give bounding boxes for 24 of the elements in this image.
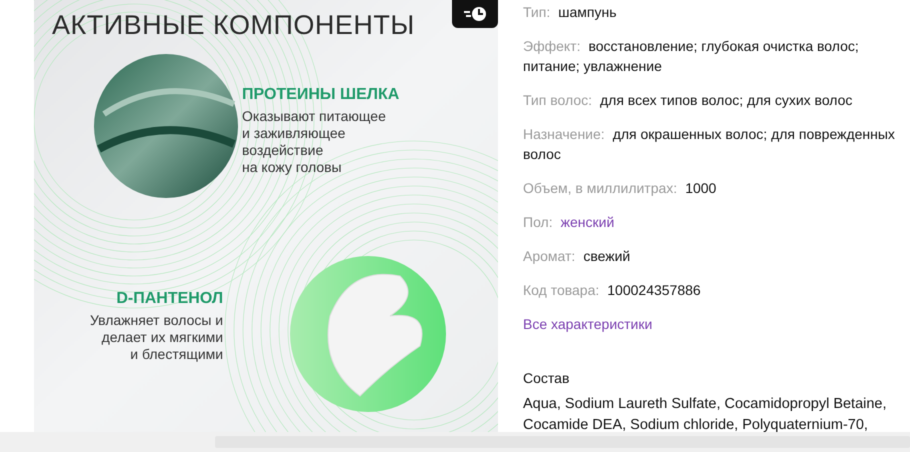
spec-item: Тип волос: для всех типов волос; для сухих волос bbox=[523, 91, 854, 110]
ingredient-description: делает их мягкими bbox=[102, 329, 224, 346]
ingredient-description: Увлажняет волосы и bbox=[90, 312, 224, 329]
spec-item: Тип: шампунь bbox=[523, 3, 618, 22]
horizontal-scrollbar[interactable] bbox=[0, 432, 910, 452]
spec-item: Назначение: для окрашенных волос; для поврежденных волос bbox=[523, 125, 895, 164]
spec-label: Пол: bbox=[523, 214, 553, 230]
ingredient-heading: D-ПАНТЕНОЛ bbox=[116, 290, 224, 308]
ingredient-description: воздействие bbox=[242, 142, 324, 159]
ingredient-description: и заживляющее bbox=[242, 125, 346, 142]
spec-item: Аромат: свежий bbox=[523, 247, 632, 266]
ingredient-description: на кожу головы bbox=[242, 159, 342, 176]
spec-link[interactable]: женский bbox=[560, 214, 614, 230]
ingredient-description: Оказывают питающее bbox=[242, 108, 386, 125]
spec-item: Код товара: 100024357886 bbox=[523, 281, 702, 300]
spec-item: Объем, в миллилитрах: 1000 bbox=[523, 179, 718, 198]
all-specs-link[interactable]: Все характеристики bbox=[523, 316, 652, 332]
badge-icon[interactable] bbox=[452, 0, 498, 28]
composition-text: Aqua, Sodium Laureth Sulfate, Cocamidopropyl Betaine, Cocamide DEA, Sodium chloride, Polyquaternium-70, bbox=[523, 395, 888, 435]
composition-title: Состав bbox=[523, 370, 570, 386]
banner-title: АКТИВНЫЕ КОМПОНЕНТЫ bbox=[52, 10, 415, 41]
ingredient-heading: ПРОТЕИНЫ ШЕЛКА bbox=[242, 86, 400, 104]
ingredient-description: и блестящими bbox=[130, 346, 224, 363]
spec-item: Эффект: восстановление; глубокая очистка волос; питание; увлажнение bbox=[523, 37, 860, 76]
